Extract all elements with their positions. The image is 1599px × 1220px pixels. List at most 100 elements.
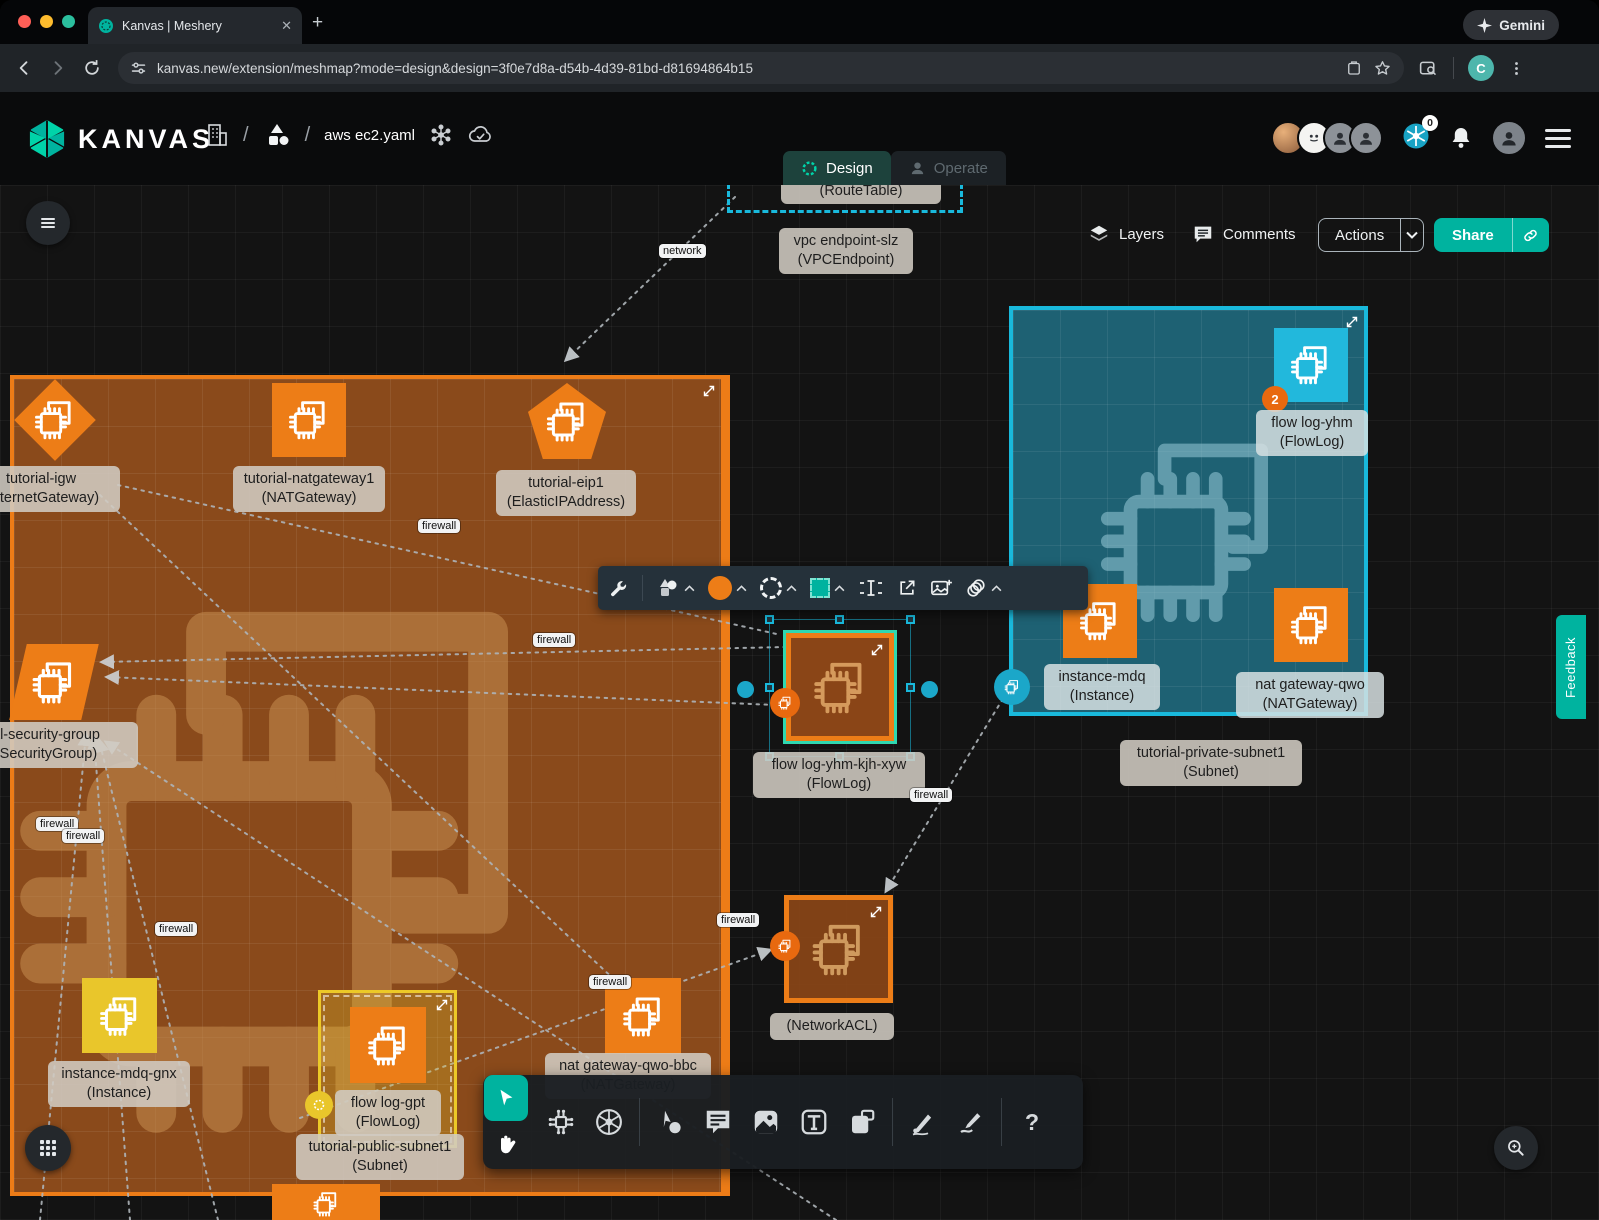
traffic-light-zoom[interactable] — [62, 15, 75, 28]
notifications-bell-icon[interactable] — [1449, 125, 1473, 151]
share-button[interactable]: Share — [1434, 218, 1549, 252]
new-tab-button[interactable]: + — [312, 13, 323, 32]
edge-badge-icon[interactable] — [305, 1091, 333, 1119]
tab-close-icon[interactable]: ✕ — [281, 18, 292, 34]
resize-handle-icon[interactable] — [1346, 315, 1358, 327]
chevron-up-icon[interactable] — [786, 585, 797, 592]
actions-dropdown-caret[interactable] — [1400, 219, 1423, 251]
node-instance-gnx[interactable] — [82, 978, 157, 1053]
tab-operate[interactable]: Operate — [891, 151, 1006, 185]
connection-dot[interactable] — [921, 681, 938, 698]
url-bar[interactable]: kanvas.new/extension/meshmap?mode=design… — [118, 52, 1404, 84]
resize-handle-icon[interactable] — [871, 643, 883, 655]
forward-icon[interactable] — [48, 58, 68, 78]
kebab-menu-icon[interactable] — [1508, 60, 1525, 77]
environment-k8s-button[interactable]: 0 — [1401, 121, 1431, 156]
shapes-tool-button[interactable] — [652, 1104, 688, 1140]
browser-toolbar: kanvas.new/extension/meshmap?mode=design… — [0, 44, 1599, 92]
node-nat-gateway-1[interactable] — [272, 383, 346, 457]
node-label: (NetworkACL) — [770, 1013, 894, 1040]
apps-grid-button[interactable] — [25, 1125, 71, 1171]
text-tool-button[interactable] — [796, 1104, 832, 1140]
collaborator-avatars[interactable] — [1271, 121, 1383, 155]
edge-badge-icon[interactable] — [770, 688, 800, 718]
traffic-light-close[interactable] — [18, 15, 31, 28]
node-elastic-ip[interactable] — [528, 383, 606, 459]
site-settings-icon[interactable] — [130, 60, 147, 77]
edge-label-firewall: firewall — [533, 633, 575, 647]
feedback-tab[interactable]: Feedback — [1556, 615, 1586, 719]
chevron-up-icon[interactable] — [991, 585, 1002, 592]
node-network-acl[interactable] — [784, 895, 893, 1003]
cloud-sync-icon[interactable] — [467, 123, 494, 147]
comments-label: Comments — [1223, 226, 1296, 243]
shapes-picker-button[interactable] — [656, 577, 695, 599]
rename-button[interactable] — [858, 578, 884, 598]
node-flow-log-selected[interactable] — [786, 633, 894, 741]
breadcrumb-slash: / — [243, 124, 249, 147]
subnet-connection-dot[interactable] — [994, 669, 1030, 705]
design-canvas[interactable]: Layers Comments Actions Share (RouteTabl… — [0, 185, 1599, 1220]
workspace-icon[interactable] — [263, 122, 291, 148]
fill-color-button[interactable] — [708, 576, 747, 600]
node-label: flow log-yhm(FlowLog) — [1256, 410, 1368, 456]
node-clipped-bottom[interactable] — [272, 1184, 380, 1220]
node-nat-gateway-bbc[interactable] — [605, 978, 681, 1054]
comment-tool-button[interactable] — [700, 1104, 736, 1140]
browser-profile-avatar[interactable]: C — [1468, 55, 1494, 81]
tools-wrench-button[interactable] — [608, 578, 629, 599]
design-file-name[interactable]: aws ec2.yaml — [324, 127, 415, 144]
chevron-up-icon[interactable] — [736, 585, 747, 592]
tab-title: Kanvas | Meshery — [122, 19, 273, 33]
node-internet-gateway[interactable] — [18, 383, 92, 457]
open-in-new-button[interactable] — [897, 578, 917, 598]
copy-link-icon[interactable] — [1512, 218, 1549, 252]
help-button[interactable]: ? — [1014, 1104, 1050, 1140]
canvas-menu-button[interactable] — [26, 201, 70, 245]
collaborator-avatar[interactable] — [1349, 121, 1383, 155]
kanvas-logo[interactable]: KANVAS — [28, 118, 214, 160]
image-tool-button[interactable] — [748, 1104, 784, 1140]
tab-design[interactable]: Design — [783, 151, 891, 185]
note-tool-button[interactable] — [844, 1104, 880, 1140]
edge-tool-button[interactable] — [905, 1104, 941, 1140]
edge-badge-icon[interactable] — [770, 931, 800, 961]
bookmark-star-icon[interactable] — [1373, 59, 1392, 78]
shape-swap-button[interactable] — [810, 578, 845, 598]
traffic-light-minimize[interactable] — [40, 15, 53, 28]
user-avatar[interactable] — [1491, 120, 1527, 156]
back-icon[interactable] — [14, 58, 34, 78]
chevron-up-icon[interactable] — [834, 585, 845, 592]
reload-icon[interactable] — [82, 58, 102, 78]
resize-handle-icon[interactable] — [870, 905, 882, 917]
chip-icon — [539, 394, 595, 449]
freehand-tool-button[interactable] — [953, 1104, 989, 1140]
actions-button[interactable]: Actions — [1318, 218, 1424, 252]
node-flow-log-gpt[interactable] — [350, 1007, 426, 1083]
resize-handle-icon[interactable] — [436, 998, 448, 1010]
app-menu-icon[interactable] — [1545, 129, 1571, 148]
pan-tool-button[interactable] — [493, 1131, 519, 1164]
browser-tab[interactable]: Kanvas | Meshery ✕ — [88, 7, 302, 44]
layers-button[interactable]: Layers — [1088, 223, 1164, 245]
node-security-group[interactable] — [14, 640, 94, 724]
group-rings-button[interactable] — [965, 577, 1002, 599]
save-icon[interactable] — [1345, 59, 1363, 77]
add-image-button[interactable] — [930, 578, 952, 598]
border-style-button[interactable] — [760, 577, 797, 599]
gemini-button[interactable]: Gemini — [1463, 10, 1559, 40]
comments-button[interactable]: Comments — [1192, 223, 1296, 245]
chip-icon — [93, 989, 147, 1043]
resize-handle-icon[interactable] — [703, 384, 715, 396]
kubernetes-tool-button[interactable] — [591, 1104, 627, 1140]
organization-icon[interactable] — [205, 122, 229, 148]
mesh-sync-icon[interactable] — [429, 123, 453, 147]
select-tool-button[interactable] — [484, 1075, 528, 1121]
node-nat-gateway-qwo[interactable] — [1274, 588, 1348, 662]
node-label: tutorial-natgateway1(NATGateway) — [233, 466, 385, 512]
connection-dot[interactable] — [737, 681, 754, 698]
chevron-up-icon[interactable] — [684, 585, 695, 592]
tab-search-icon[interactable] — [1418, 58, 1439, 79]
zoom-search-button[interactable] — [1494, 1126, 1538, 1170]
components-tool-button[interactable] — [543, 1104, 579, 1140]
